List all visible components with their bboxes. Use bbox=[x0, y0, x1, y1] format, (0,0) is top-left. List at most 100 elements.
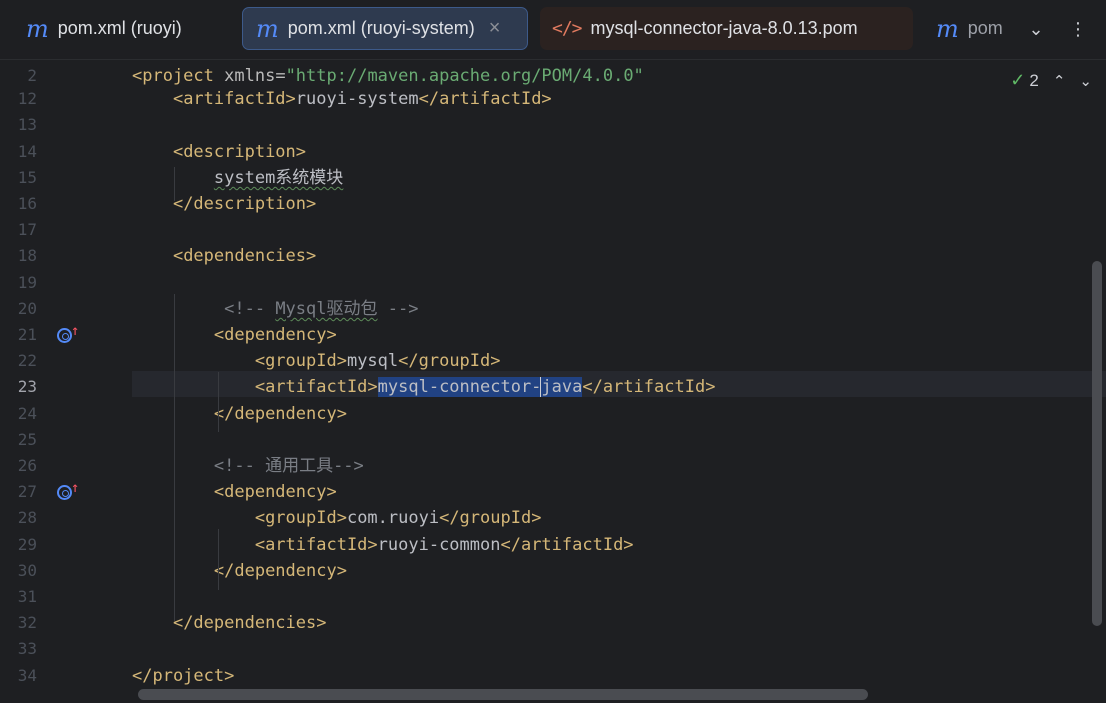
code-line[interactable] bbox=[132, 217, 1106, 243]
close-tab-icon[interactable]: × bbox=[489, 17, 501, 40]
gutter-line[interactable]: 31 bbox=[0, 584, 132, 610]
code-line[interactable]: <dependencies> bbox=[132, 243, 1106, 269]
code-line[interactable]: <description> bbox=[132, 139, 1106, 165]
indent-guide bbox=[218, 529, 219, 590]
code-line[interactable]: <dependency> bbox=[132, 322, 1106, 348]
xml-text-content: mysql bbox=[346, 351, 399, 372]
gutter-line[interactable]: 34 bbox=[0, 663, 132, 689]
code-area[interactable]: <project xmlns="http://maven.apache.org/… bbox=[132, 61, 1106, 703]
gutter-line[interactable]: 22 bbox=[0, 348, 132, 374]
gutter-line[interactable]: 19 bbox=[0, 270, 132, 296]
selected-text: java bbox=[541, 377, 583, 398]
code-line[interactable]: <artifactId>ruoyi-system</artifactId> bbox=[132, 86, 1106, 112]
gutter-line[interactable]: 2 bbox=[0, 63, 132, 89]
code-line[interactable]: </dependencies> bbox=[132, 610, 1106, 636]
code-line[interactable]: <dependency> bbox=[132, 479, 1106, 505]
sticky-code-line[interactable]: <project xmlns="http://maven.apache.org/… bbox=[132, 63, 1106, 89]
gutter-line[interactable]: 23 bbox=[0, 374, 132, 400]
xml-open-tag: <groupId> bbox=[254, 351, 347, 372]
code-line[interactable]: </dependency> bbox=[132, 401, 1106, 427]
code-line[interactable] bbox=[132, 112, 1106, 138]
xml-open-tag: <groupId> bbox=[254, 508, 347, 529]
target-icon bbox=[57, 327, 72, 343]
gutter-line[interactable]: 21 ↑ bbox=[0, 322, 132, 348]
horizontal-scrollbar[interactable] bbox=[138, 689, 868, 700]
gutter-line[interactable]: 14 bbox=[0, 139, 132, 165]
xml-comment: Mysql驱动包 bbox=[275, 298, 378, 319]
gutter-line[interactable]: 20 bbox=[0, 296, 132, 322]
more-vertical-icon[interactable]: ⋮ bbox=[1063, 13, 1093, 45]
code-line[interactable]: </description> bbox=[132, 191, 1106, 217]
gutter-line[interactable]: 27 ↑ bbox=[0, 479, 132, 505]
gutter-line[interactable]: 16 bbox=[0, 191, 132, 217]
maven-file-icon: m bbox=[936, 14, 959, 43]
gutter-line[interactable]: 18 bbox=[0, 243, 132, 269]
xml-file-icon: </> bbox=[552, 17, 582, 39]
gutter-line[interactable]: 28 bbox=[0, 505, 132, 531]
line-number: 22 bbox=[17, 351, 37, 371]
code-line[interactable]: </project> bbox=[132, 663, 1106, 689]
code-editor[interactable]: 2 12 13 14 15 16 17 18 19 20 21 ↑ 22 23 24 25 26 27 ↑ 28 29 3… bbox=[0, 61, 1106, 703]
code-line[interactable]: <artifactId>ruoyi-common</artifactId> bbox=[132, 532, 1106, 558]
line-number: 12 bbox=[17, 89, 37, 109]
xml-open-tag: <artifactId> bbox=[254, 534, 378, 555]
indent-guide bbox=[174, 166, 175, 201]
tab-pom-overflow[interactable]: m pom bbox=[928, 7, 1006, 50]
target-icon bbox=[57, 484, 72, 500]
vertical-scrollbar[interactable] bbox=[1092, 261, 1102, 626]
gutter-line[interactable]: 33 bbox=[0, 636, 132, 662]
xml-text-content: ruoyi-system bbox=[295, 89, 419, 110]
code-line[interactable]: <!-- 通用工具--> bbox=[132, 453, 1106, 479]
chevron-down-icon[interactable]: ⌄ bbox=[1079, 72, 1092, 90]
tab-mysql-connector-pom[interactable]: </> mysql-connector-java-8.0.13.pom bbox=[540, 7, 913, 50]
gutter-line[interactable]: 17 bbox=[0, 217, 132, 243]
gutter-line[interactable]: 32 bbox=[0, 610, 132, 636]
tab-pom-ruoyi[interactable]: m pom.xml (ruoyi) bbox=[16, 7, 226, 50]
code-line[interactable]: <groupId>com.ruoyi</groupId> bbox=[132, 505, 1106, 531]
xml-close-tag: </dependency> bbox=[213, 560, 347, 581]
gutter-line[interactable]: 29 bbox=[0, 532, 132, 558]
line-number: 14 bbox=[17, 141, 37, 161]
chevron-up-icon[interactable]: ⌃ bbox=[1053, 72, 1066, 90]
chevron-down-icon[interactable]: ⌄ bbox=[1021, 13, 1051, 45]
xml-close-tag: </groupId> bbox=[398, 351, 501, 372]
code-line[interactable] bbox=[132, 636, 1106, 662]
maven-navigate-icon[interactable]: ↑ bbox=[57, 479, 81, 505]
code-line[interactable]: <artifactId>mysql-connector-java</artifa… bbox=[132, 374, 1106, 400]
code-line[interactable]: system系统模块 bbox=[132, 165, 1106, 191]
maven-navigate-icon[interactable]: ↑ bbox=[57, 322, 81, 348]
inspections-widget[interactable]: ✓ 2 ⌃ ⌄ bbox=[1010, 70, 1092, 91]
code-line[interactable]: </dependency> bbox=[132, 558, 1106, 584]
gutter-line[interactable]: 30 bbox=[0, 558, 132, 584]
line-number: 2 bbox=[27, 66, 37, 85]
line-number: 24 bbox=[17, 403, 37, 423]
check-icon: ✓ bbox=[1010, 70, 1026, 90]
arrow-up-icon: ↑ bbox=[71, 480, 80, 497]
code-line[interactable]: <!-- Mysql驱动包 --> bbox=[132, 296, 1106, 322]
tab-pom-ruoyi-system[interactable]: m pom.xml (ruoyi-system) × bbox=[242, 7, 528, 50]
line-number: 33 bbox=[17, 639, 37, 659]
maven-file-icon: m bbox=[256, 14, 279, 43]
xml-open-tag: <dependency> bbox=[213, 325, 337, 345]
line-number: 17 bbox=[17, 220, 37, 240]
xml-tag: <project bbox=[132, 66, 225, 86]
code-line[interactable] bbox=[132, 270, 1106, 296]
gutter-line[interactable]: 26 bbox=[0, 453, 132, 479]
tab-label: pom bbox=[967, 18, 1003, 38]
gutter-line[interactable]: 13 bbox=[0, 112, 132, 138]
code-line[interactable] bbox=[132, 427, 1106, 453]
line-number-gutter[interactable]: 2 12 13 14 15 16 17 18 19 20 21 ↑ 22 23 24 25 26 27 ↑ 28 29 3… bbox=[0, 61, 132, 703]
xml-text-content: system系统模块 bbox=[213, 167, 344, 188]
xml-attribute: xmlns bbox=[224, 66, 276, 86]
code-line[interactable]: <groupId>mysql</groupId> bbox=[132, 348, 1106, 374]
xml-open-tag: <dependency> bbox=[213, 482, 337, 503]
code-line[interactable] bbox=[132, 584, 1106, 610]
gutter-line[interactable]: 24 bbox=[0, 401, 132, 427]
xml-comment: <!-- 通用工具--> bbox=[213, 456, 364, 476]
gutter-line[interactable]: 12 bbox=[0, 86, 132, 112]
gutter-line[interactable]: 25 bbox=[0, 427, 132, 453]
xml-text-content: com.ruoyi bbox=[346, 508, 440, 529]
gutter-line[interactable]: 15 bbox=[0, 165, 132, 191]
